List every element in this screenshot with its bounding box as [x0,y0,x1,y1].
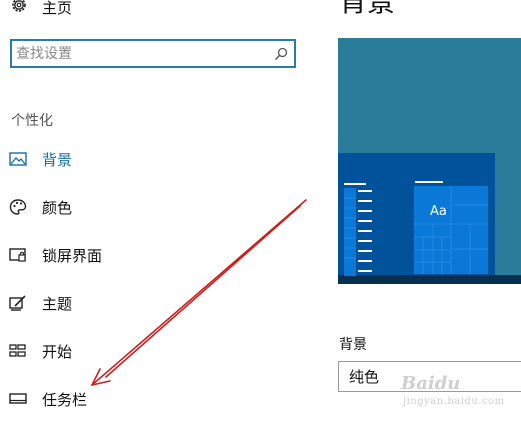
lock-screen-icon [9,246,27,264]
preview-tile-text: Aa [430,204,447,219]
home-label: 主页 [42,0,73,17]
taskbar-icon [9,390,27,408]
page-title: 背景 [339,0,396,18]
search-input[interactable] [12,41,266,66]
background-type-label: 背景 [339,337,367,353]
start-tiles-icon [9,342,27,360]
background-preview: Aa [338,38,521,284]
sidebar-item-colors[interactable]: 颜色 [9,194,309,220]
theme-icon [9,294,27,312]
sidebar-item-label: 开始 [42,342,73,361]
sidebar-item-lock-screen[interactable]: 锁屏界面 [9,242,309,268]
sidebar-item-themes[interactable]: 主题 [9,290,309,316]
picture-icon [9,150,27,168]
sidebar-item-label: 锁屏界面 [42,246,103,265]
section-header-personalization: 个性化 [11,113,53,129]
home-nav-item[interactable]: 主页 [10,0,72,18]
search-box[interactable] [10,39,296,68]
dropdown-selected-value: 纯色 [349,368,380,386]
sidebar-item-label: 背景 [42,150,73,169]
sidebar-item-background[interactable]: 背景 [9,146,309,172]
settings-sidebar: 主页 个性化 背景 颜色 [0,0,330,425]
sidebar-item-label: 主题 [42,294,73,313]
main-content: 背景 Aa 背景 纯色 [338,0,521,425]
sidebar-item-start[interactable]: 开始 [9,338,309,364]
gear-icon [10,0,28,18]
sidebar-item-taskbar[interactable]: 任务栏 [9,386,309,412]
sidebar-item-label: 任务栏 [42,390,88,409]
palette-icon [9,198,27,216]
background-type-dropdown[interactable]: 纯色 [338,361,521,392]
sidebar-item-label: 颜色 [42,198,73,217]
search-icon[interactable] [274,46,288,65]
